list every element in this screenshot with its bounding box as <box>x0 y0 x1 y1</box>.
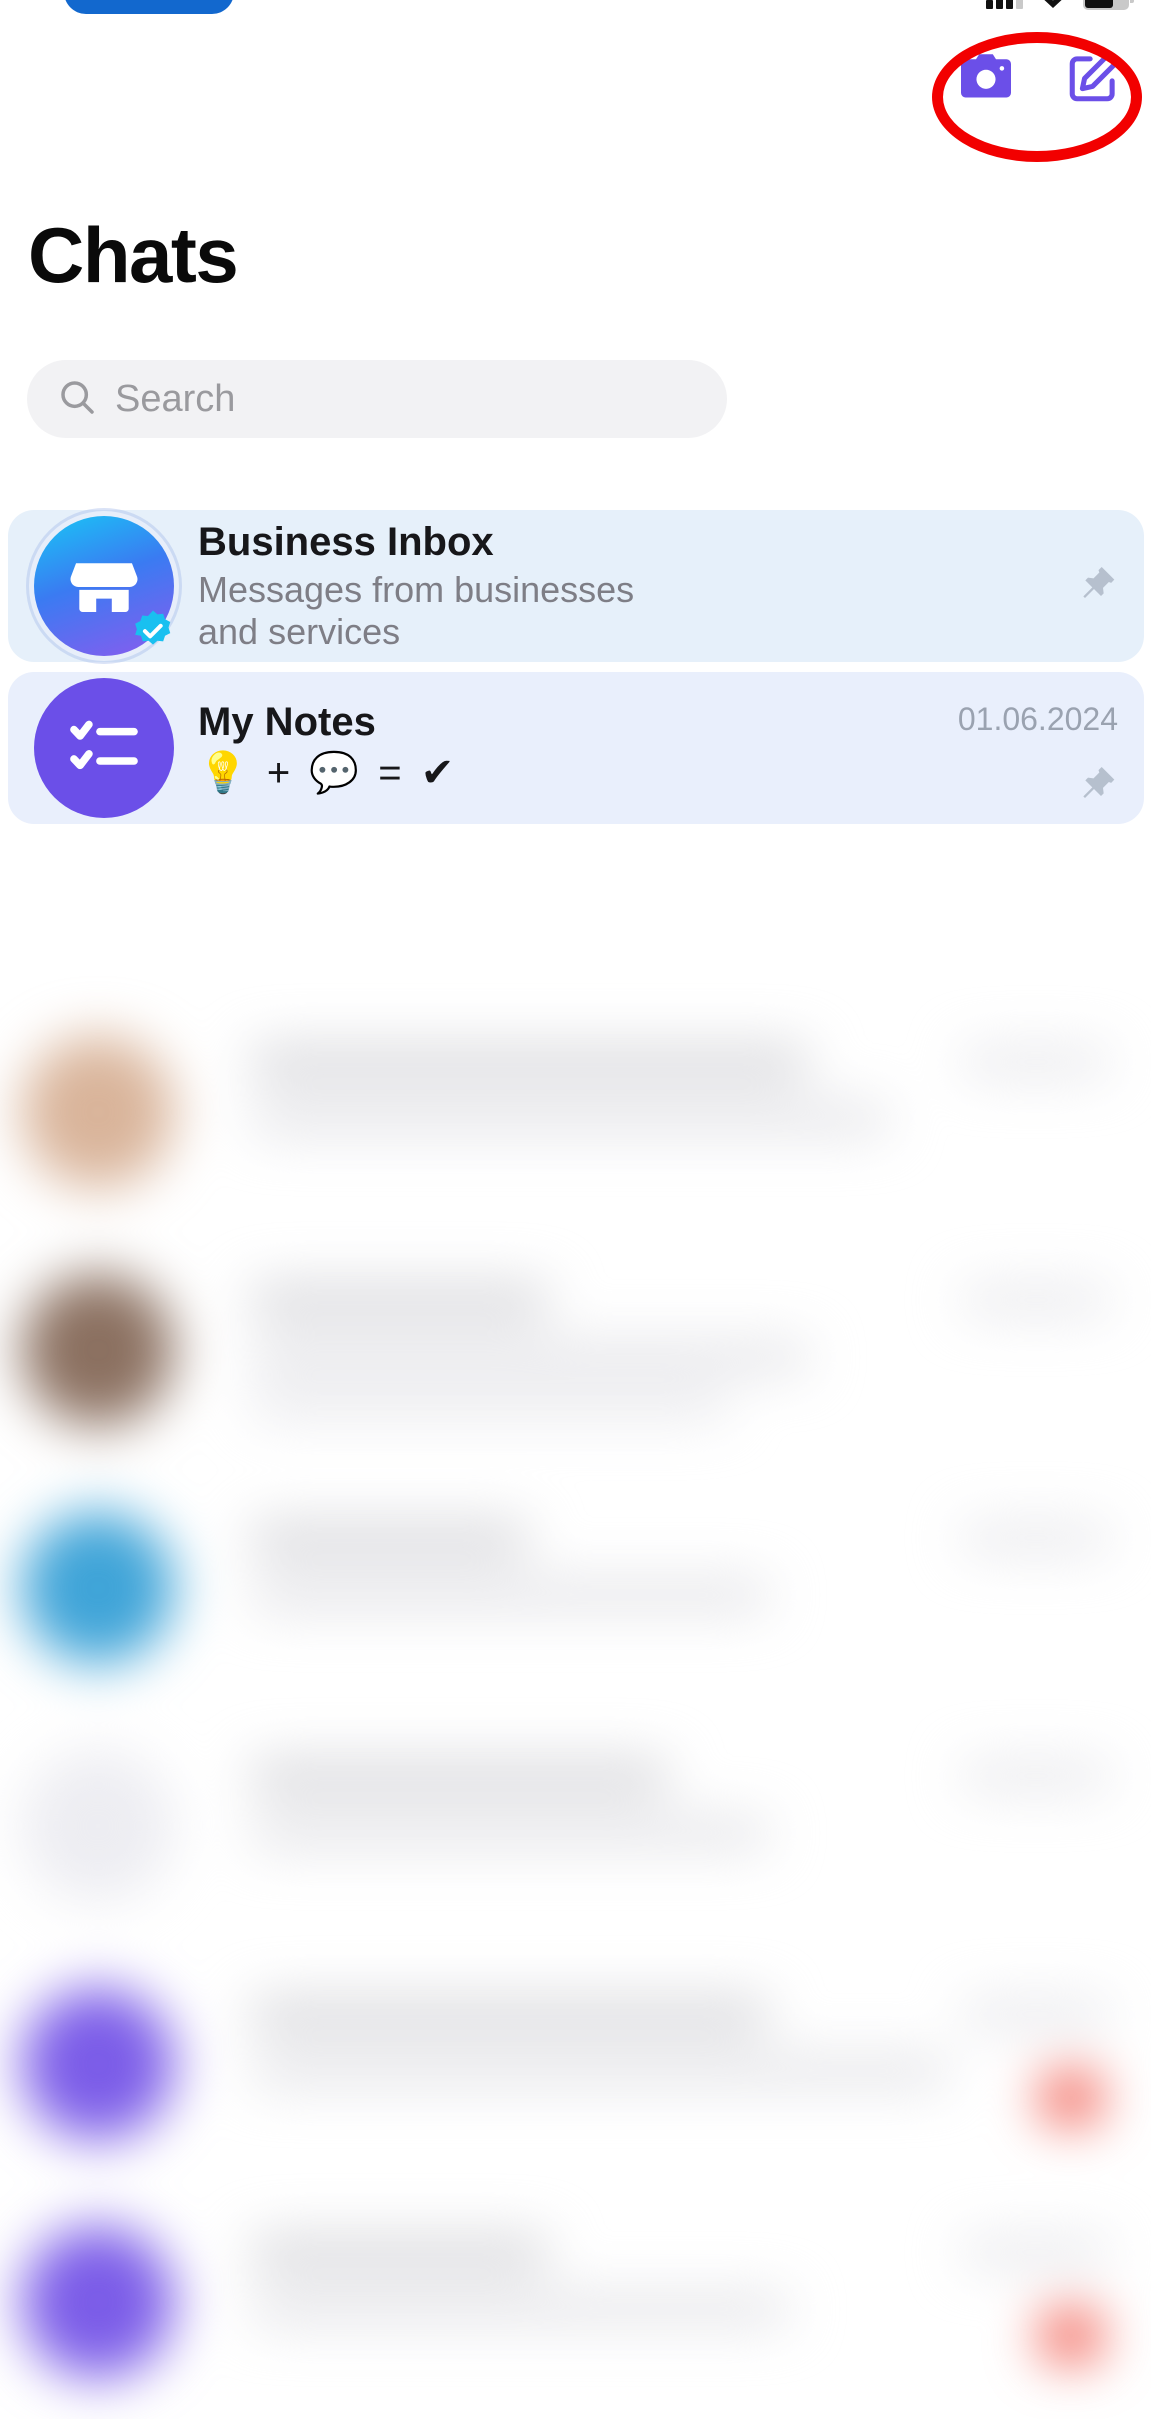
blurred-chat-row[interactable] <box>0 1476 1151 1706</box>
blurred-chat-row[interactable] <box>0 2190 1151 2419</box>
blurred-text-line <box>250 1342 810 1372</box>
blurred-text-line <box>250 2294 790 2324</box>
blurred-text-line <box>250 1522 530 1556</box>
blurred-date <box>961 1524 1111 1552</box>
blurred-chat-row[interactable] <box>0 1714 1151 1944</box>
camera-button[interactable] <box>955 46 1017 108</box>
blurred-chat-row[interactable] <box>0 1000 1151 1230</box>
blurred-text-line <box>250 2236 550 2270</box>
blurred-chat-row[interactable] <box>0 1952 1151 2182</box>
checklist-icon <box>34 678 174 818</box>
chat-text-block: My Notes 💡 + 💬 = ✔ <box>198 699 948 797</box>
blurred-text-line <box>250 1104 890 1134</box>
pushpin-icon <box>1078 564 1118 609</box>
compose-edit-icon <box>1065 48 1123 106</box>
chat-row-business-inbox[interactable]: Business Inbox Messages from businesses … <box>8 510 1144 662</box>
blurred-unread-badge <box>1039 2310 1103 2362</box>
chat-row-my-notes[interactable]: My Notes 💡 + 💬 = ✔ 01.06.2024 <box>8 672 1144 824</box>
compose-button[interactable] <box>1063 46 1125 108</box>
search-bar[interactable]: Search <box>27 360 727 438</box>
header-actions <box>955 46 1125 108</box>
chat-subtitle: Messages from businesses and services <box>198 568 635 652</box>
blurred-text-line <box>250 1760 670 1794</box>
blurred-text-line <box>250 1818 770 1848</box>
blurred-avatar <box>22 1750 174 1902</box>
chats-screen: Chats Search Business Inbox Messages fro… <box>0 0 1151 2419</box>
blurred-date <box>961 1286 1111 1314</box>
chat-text-block: Business Inbox Messages from businesses … <box>198 519 948 654</box>
status-indicators <box>986 0 1134 10</box>
blurred-avatar <box>22 2226 174 2378</box>
battery-icon <box>1083 0 1134 10</box>
blurred-chat-row[interactable] <box>0 1238 1151 1468</box>
chat-date: 01.06.2024 <box>957 701 1118 737</box>
dynamic-island <box>64 0 234 14</box>
chat-meta <box>948 510 1118 662</box>
status-bar <box>0 0 1151 26</box>
blurred-date <box>961 1762 1111 1790</box>
blurred-text-line <box>250 2056 950 2086</box>
blurred-avatar <box>22 1036 174 1188</box>
cellular-signal-icon <box>986 0 1023 9</box>
avatar <box>34 678 174 818</box>
search-icon <box>57 377 97 422</box>
chat-name: My Notes <box>198 700 376 744</box>
page-title: Chats <box>28 211 239 299</box>
blurred-avatar <box>22 1988 174 2140</box>
blurred-date <box>961 2000 1111 2028</box>
pushpin-icon <box>1078 764 1118 809</box>
verified-badge-icon <box>130 608 176 654</box>
blurred-text-line <box>250 1998 770 2032</box>
chat-meta: 01.06.2024 <box>948 672 1118 824</box>
blurred-date <box>961 2238 1111 2266</box>
blurred-avatar <box>22 1512 174 1664</box>
blurred-text-line <box>250 1046 810 1080</box>
blurred-text-line <box>250 1390 730 1418</box>
search-input-placeholder[interactable]: Search <box>115 378 235 421</box>
blurred-avatar <box>22 1274 174 1426</box>
blurred-text-line <box>250 1580 770 1610</box>
chat-name: Business Inbox <box>198 519 494 564</box>
wifi-icon <box>1041 0 1065 8</box>
avatar <box>34 516 174 656</box>
camera-icon <box>957 52 1015 102</box>
blurred-text-line <box>250 1284 550 1318</box>
chat-subtitle: 💡 + 💬 = ✔ <box>198 751 459 795</box>
blurred-date <box>961 1048 1111 1076</box>
blurred-unread-badge <box>1039 2072 1103 2124</box>
blurred-chat-list <box>0 1000 1151 2419</box>
